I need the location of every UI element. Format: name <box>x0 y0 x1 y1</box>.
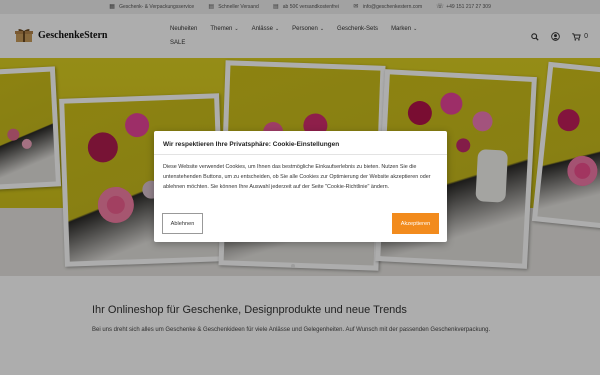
cookie-modal-body: Diese Website verwendet Cookies, um Ihne… <box>163 164 431 190</box>
cookie-modal-title: Wir respektieren Ihre Privatsphäre: Cook… <box>163 141 340 148</box>
decline-cookies-button[interactable]: Ablehnen <box>162 213 203 234</box>
divider <box>154 154 447 155</box>
accept-cookies-button[interactable]: Akzeptieren <box>392 213 439 234</box>
cookie-consent-modal: Wir respektieren Ihre Privatsphäre: Cook… <box>154 131 447 242</box>
